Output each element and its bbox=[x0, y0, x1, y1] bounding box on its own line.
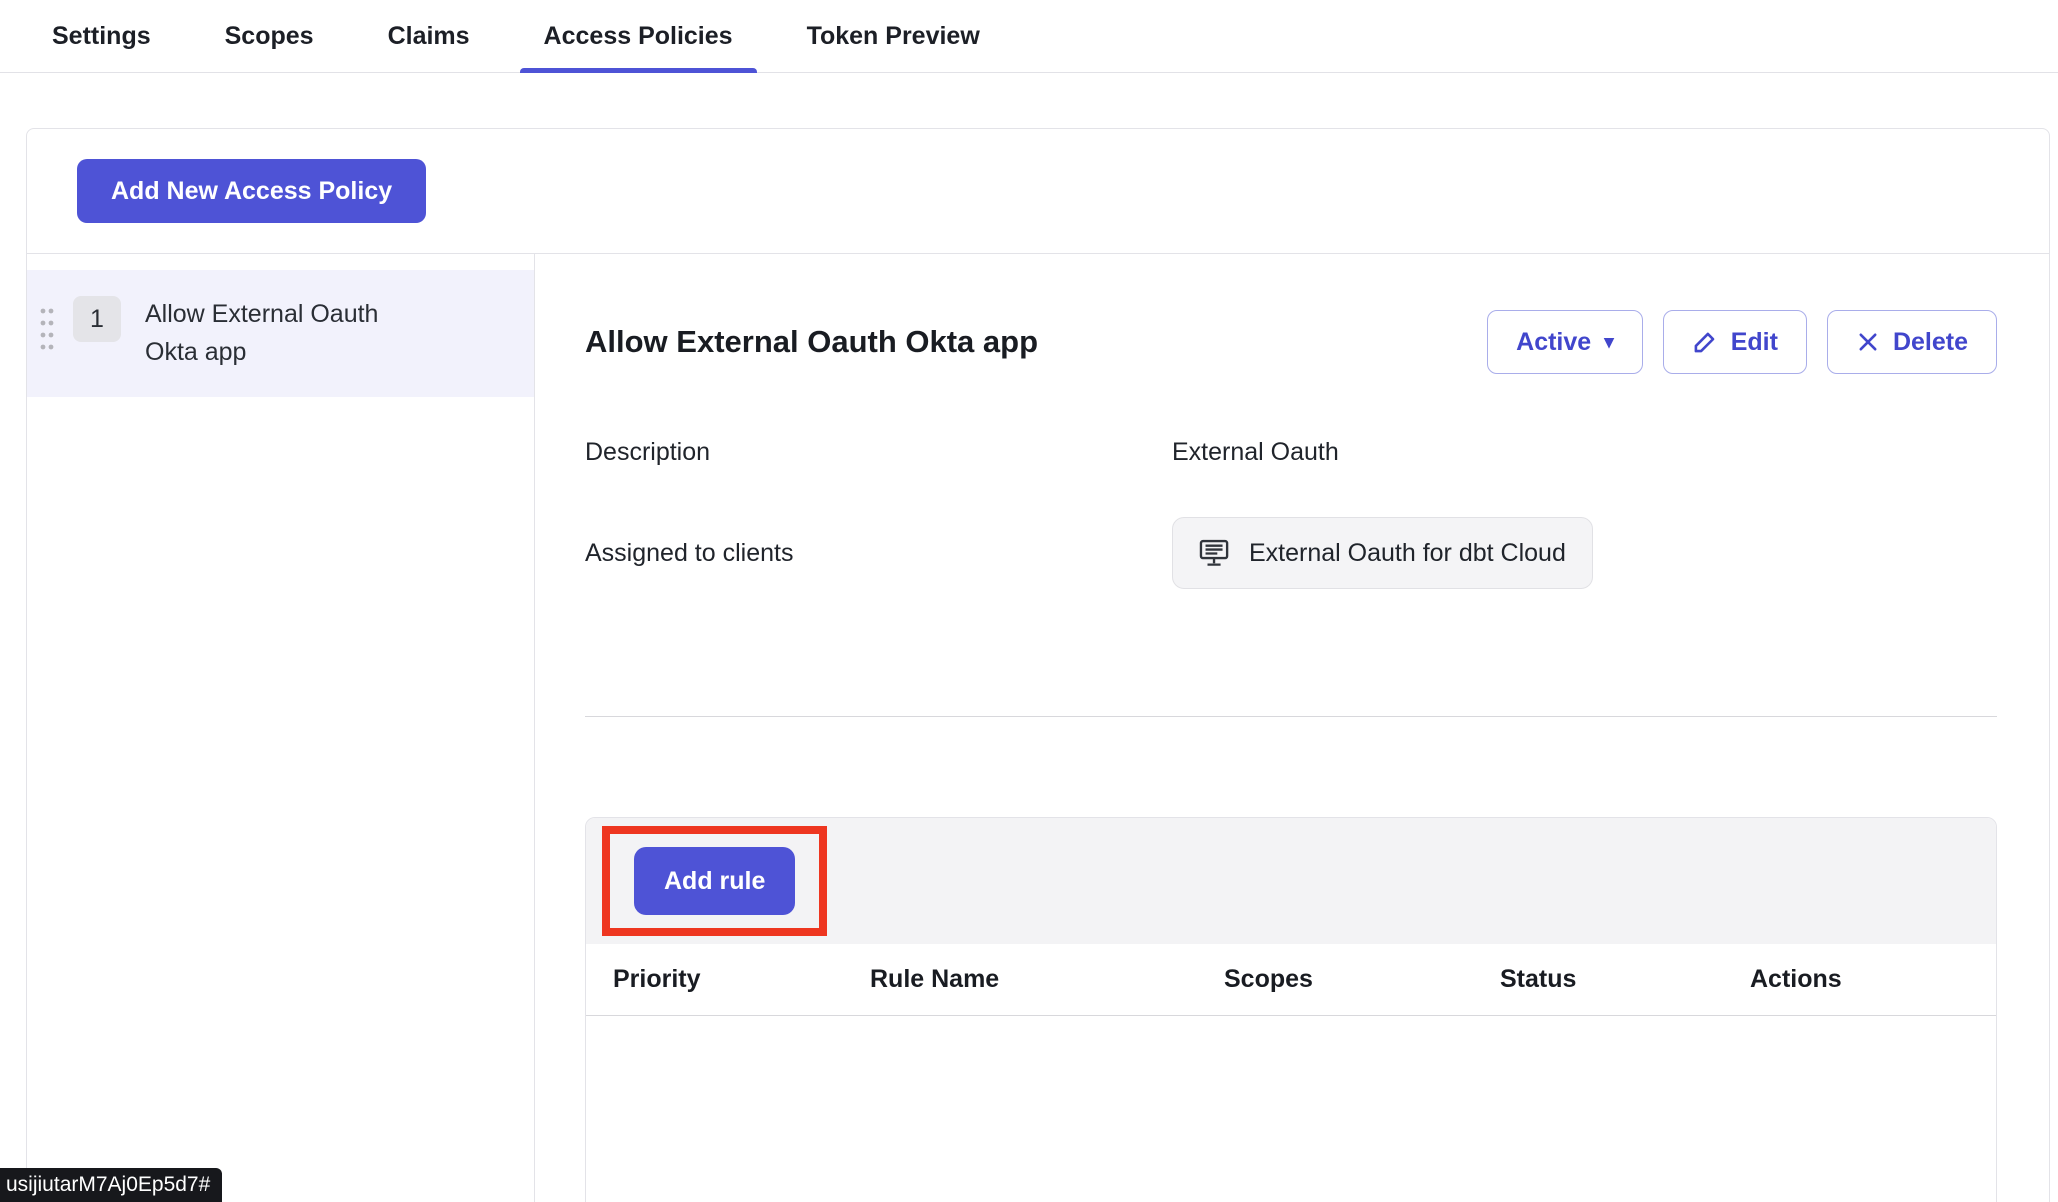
add-rule-button[interactable]: Add rule bbox=[634, 847, 795, 915]
assigned-client-chip: External Oauth for dbt Cloud bbox=[1172, 517, 1593, 589]
tab-token-preview[interactable]: Token Preview bbox=[783, 0, 1004, 72]
tab-access-policies[interactable]: Access Policies bbox=[520, 0, 757, 72]
column-header-priority: Priority bbox=[613, 965, 870, 994]
column-header-rule-name: Rule Name bbox=[870, 965, 1224, 994]
close-icon bbox=[1856, 330, 1880, 354]
policy-title: Allow External Oauth Okta app bbox=[585, 324, 1038, 360]
rules-table-header: Priority Rule Name Scopes Status Actions bbox=[586, 944, 1996, 1016]
description-row: Description External Oauth bbox=[585, 438, 1997, 467]
rules-toolbar: Add rule bbox=[586, 818, 1996, 944]
column-header-status: Status bbox=[1500, 965, 1750, 994]
section-divider bbox=[585, 716, 1997, 717]
description-value: External Oauth bbox=[1172, 438, 1339, 467]
delete-button-label: Delete bbox=[1893, 328, 1968, 357]
pencil-icon bbox=[1692, 329, 1718, 355]
rules-table: Add rule Priority Rule Name Scopes Statu… bbox=[585, 817, 1997, 1202]
status-url-text: usijiutarM7Aj0Ep5d7# bbox=[6, 1173, 210, 1197]
tab-claims[interactable]: Claims bbox=[364, 0, 494, 72]
computer-icon bbox=[1199, 539, 1233, 568]
tab-scopes[interactable]: Scopes bbox=[201, 0, 338, 72]
assigned-client-name: External Oauth for dbt Cloud bbox=[1249, 539, 1566, 568]
policy-item-name: Allow External Oauth Okta app bbox=[145, 296, 435, 371]
add-new-access-policy-button[interactable]: Add New Access Policy bbox=[77, 159, 426, 223]
policy-action-buttons: Active ▾ Edit Delete bbox=[1487, 310, 1997, 374]
access-policies-panel: Add New Access Policy 1 Allow Ext bbox=[26, 128, 2050, 1202]
annotation-highlight-rect: Add rule bbox=[602, 826, 827, 936]
drag-dots bbox=[39, 306, 55, 352]
edit-button-label: Edit bbox=[1731, 328, 1778, 357]
policy-list-item[interactable]: 1 Allow External Oauth Okta app bbox=[27, 270, 534, 397]
policy-priority-badge: 1 bbox=[73, 296, 121, 342]
column-header-scopes: Scopes bbox=[1224, 965, 1500, 994]
assigned-clients-label: Assigned to clients bbox=[585, 539, 1172, 568]
panel-header: Add New Access Policy bbox=[27, 129, 2049, 254]
policy-list: 1 Allow External Oauth Okta app bbox=[27, 254, 535, 1202]
status-dropdown-label: Active bbox=[1516, 328, 1591, 357]
chevron-down-icon: ▾ bbox=[1604, 333, 1614, 352]
tab-bar: Settings Scopes Claims Access Policies T… bbox=[0, 0, 2058, 73]
panel-body: 1 Allow External Oauth Okta app Allow Ex… bbox=[27, 254, 2049, 1202]
assigned-clients-row: Assigned to clients External Oauth for d… bbox=[585, 517, 1997, 589]
status-dropdown-button[interactable]: Active ▾ bbox=[1487, 310, 1643, 374]
column-header-actions: Actions bbox=[1750, 965, 1996, 994]
description-label: Description bbox=[585, 438, 1172, 467]
drag-handle-icon[interactable] bbox=[39, 306, 55, 357]
rules-table-body-empty bbox=[586, 1016, 1996, 1202]
detail-header: Allow External Oauth Okta app Active ▾ E… bbox=[585, 310, 1997, 374]
delete-button[interactable]: Delete bbox=[1827, 310, 1997, 374]
link-url-status-bar: usijiutarM7Aj0Ep5d7# bbox=[0, 1168, 222, 1202]
policy-detail: Allow External Oauth Okta app Active ▾ E… bbox=[535, 254, 2049, 1202]
tab-settings[interactable]: Settings bbox=[28, 0, 175, 72]
edit-button[interactable]: Edit bbox=[1663, 310, 1807, 374]
